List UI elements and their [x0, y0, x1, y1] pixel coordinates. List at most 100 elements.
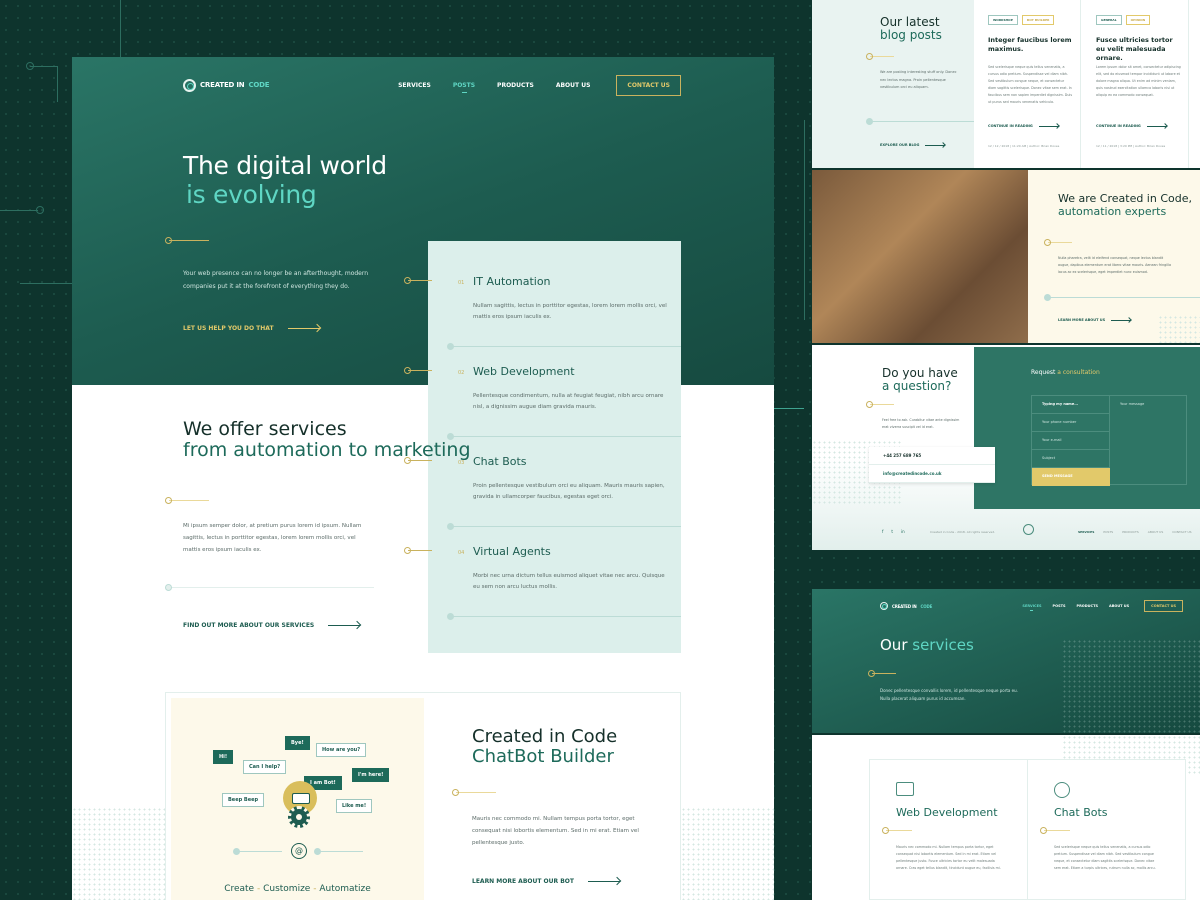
circuit-line — [120, 0, 121, 57]
chatbot-cta-link[interactable]: LEARN MORE ABOUT OUR BOT — [472, 878, 620, 885]
circuit-line — [30, 66, 58, 102]
post-title[interactable]: Integer faucibus lorem maximus. — [988, 36, 1073, 54]
blog-title: Our latest blog posts — [880, 15, 942, 42]
divider — [866, 118, 974, 125]
logo-icon — [1023, 524, 1034, 535]
send-message-button[interactable]: SEND MESSAGE — [1032, 468, 1110, 486]
post-title[interactable]: Fusce ultricies tortor eu velit malesuad… — [1096, 36, 1181, 63]
nav-posts[interactable]: POSTS — [1053, 604, 1066, 608]
chatbot-tagline: Create - Customize - Automatize — [224, 884, 371, 894]
name-input[interactable]: Typing my name... — [1032, 396, 1110, 414]
logo-icon — [880, 602, 888, 610]
nav-posts[interactable]: POSTS — [453, 82, 475, 93]
nav-services[interactable]: SERVICES — [1022, 604, 1042, 611]
post-meta: 12 / 11 / 2018 | 3:20 PM | Author: Brian… — [1096, 144, 1166, 148]
circuit-line — [20, 283, 72, 284]
footer-link-about[interactable]: ABOUT US — [1148, 530, 1164, 534]
service-card[interactable]: Web Development Mauris nec commodo mi. N… — [869, 759, 1028, 900]
chat-bubble: How are you? — [316, 743, 367, 757]
learn-about-link[interactable]: LEARN MORE ABOUT US — [1058, 318, 1132, 322]
question-title: Do you have a question? — [882, 366, 958, 393]
email-input[interactable]: Your e-mail — [1032, 432, 1110, 450]
divider — [165, 584, 374, 591]
chat-bubble: Beep Beep — [222, 793, 265, 807]
nav-about[interactable]: ABOUT US — [556, 82, 591, 89]
divider — [165, 237, 209, 244]
nav-products[interactable]: PRODUCTS — [1077, 604, 1098, 608]
chat-bubble: Like me! — [336, 799, 373, 813]
post-meta: 12 / 12 / 2018 | 11:20 AM | Author: Bria… — [988, 144, 1060, 148]
arrow-right-icon — [328, 625, 361, 626]
services-cta-link[interactable]: FIND OUT MORE ABOUT OUR SERVICES — [183, 622, 361, 629]
service-item[interactable]: 03 Chat Bots Proin pellentesque vestibulum… — [458, 455, 668, 503]
arrow-right-icon — [1038, 125, 1059, 127]
phone-input[interactable]: Your phone number — [1032, 414, 1110, 432]
message-textarea[interactable]: Your message — [1110, 396, 1186, 484]
services-page-hero: CREATED IN CODE SERVICES POSTS PRODUCTS A… — [812, 589, 1200, 733]
gear-icon — [288, 806, 310, 828]
divider — [447, 613, 681, 620]
post-excerpt: Lorem ipsum dolor sit amet, consectetur … — [1096, 65, 1181, 97]
footer-link-services[interactable]: SERVICES — [1078, 530, 1094, 534]
offer-text: Mi ipsum semper dolor, at pretium purus … — [183, 523, 362, 553]
facebook-icon[interactable]: f — [882, 529, 883, 534]
divider — [404, 367, 432, 374]
footer: f t in Created in Code - 2018. All right… — [812, 517, 1200, 550]
logo-icon: @ — [291, 843, 307, 859]
team-photo — [812, 170, 1028, 343]
logo[interactable]: CREATED IN CODE — [880, 602, 932, 610]
service-card[interactable]: Chat Bots Sed scelerisque neque quis tel… — [1027, 759, 1186, 900]
service-item[interactable]: 04 Virtual Agents Morbi nec urna dictum te… — [458, 545, 668, 593]
dot-pattern — [681, 807, 774, 900]
divider — [314, 848, 363, 855]
divider — [404, 277, 432, 284]
divider — [452, 789, 496, 796]
logo[interactable]: CREATED IN CODE — [183, 78, 270, 92]
chatbot-text: Mauris nec commodo mi. Nullam tempus por… — [472, 816, 639, 846]
nav-about[interactable]: ABOUT US — [1109, 604, 1129, 608]
divider — [233, 848, 282, 855]
nav-products[interactable]: PRODUCTS — [497, 82, 534, 89]
footer-link-contact[interactable]: CONTACT US — [1172, 530, 1191, 534]
linkedin-icon[interactable]: in — [901, 529, 905, 534]
services-page-nav: CREATED IN CODE SERVICES POSTS PRODUCTS A… — [880, 600, 1183, 612]
subject-input[interactable]: Subject — [1032, 450, 1110, 468]
phone-link[interactable]: +44 257 689 765 — [869, 447, 995, 465]
continue-reading-link[interactable]: CONTINUE IN READING — [988, 124, 1059, 128]
arrow-right-icon — [1146, 125, 1167, 127]
service-item[interactable]: 02 Web Development Pellentesque condimentu… — [458, 365, 668, 413]
circuit-line — [0, 210, 38, 211]
consultation-form: Typing my name... Your phone number Your… — [1031, 395, 1187, 486]
email-link[interactable]: info@createdincode.co.uk — [869, 465, 995, 483]
tag[interactable]: BOT BUILDER — [1021, 15, 1055, 25]
hero-title: The digital world is evolving — [183, 151, 387, 209]
explore-blog-link[interactable]: EXPLORE OUR BLOG — [880, 143, 946, 147]
nav-services[interactable]: SERVICES — [398, 82, 431, 89]
blog-post-card[interactable]: GENERAL OPINION Fusce ultricies tortor eu… — [1082, 0, 1189, 168]
contact-us-button[interactable]: CONTACT US — [1144, 600, 1183, 612]
divider — [866, 53, 894, 60]
chatbot-title: Created in Code ChatBot Builder — [472, 726, 618, 767]
blog-mockup: Our latest blog posts We are posting inte… — [812, 0, 1200, 168]
tag[interactable]: WORKSHOP — [988, 15, 1018, 25]
hero-cta-link[interactable]: LET US HELP YOU DO THAT — [183, 325, 320, 332]
about-section: We are Created in Code, automation exper… — [1028, 170, 1200, 343]
tag[interactable]: OPINION — [1125, 15, 1151, 25]
main-nav: CREATED IN CODE SERVICES POSTS PRODUCTS A… — [183, 74, 681, 96]
dot-pattern — [72, 807, 165, 900]
blog-post-card[interactable]: WORKSHOP BOT BUILDER Integer faucibus lor… — [974, 0, 1081, 168]
dot-pattern — [1158, 315, 1200, 343]
footer-link-posts[interactable]: POSTS — [1103, 530, 1113, 534]
service-item[interactable]: 01 IT Automation Nullam sagittis, lectus i… — [458, 275, 668, 323]
dot-pattern — [1062, 639, 1200, 733]
services-page-text: Donec pellentesque convallis lorem, id p… — [880, 688, 1018, 701]
arrow-right-icon — [925, 144, 946, 146]
footer-link-products[interactable]: PRODUCTS — [1122, 530, 1139, 534]
tag[interactable]: GENERAL — [1096, 15, 1122, 25]
circuit-node — [36, 206, 44, 214]
monitor-icon — [896, 782, 914, 796]
contact-us-button[interactable]: CONTACT US — [616, 74, 681, 96]
divider — [1044, 239, 1072, 246]
continue-reading-link[interactable]: CONTINUE IN READING — [1096, 124, 1167, 128]
twitter-icon[interactable]: t — [891, 529, 893, 534]
